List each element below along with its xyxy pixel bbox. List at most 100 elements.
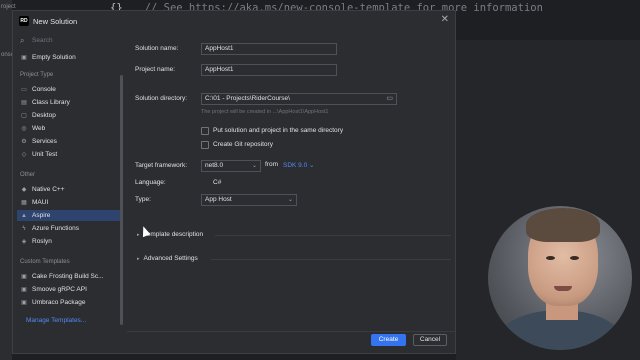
sidebar-item-class-library[interactable]: ▤ Class Library bbox=[17, 97, 123, 108]
sidebar-item-label: Roslyn bbox=[32, 238, 52, 245]
sidebar-item-label: Aspire bbox=[32, 212, 51, 219]
sidebar-item-smoove-grpc[interactable]: ▣ Smoove gRPC API bbox=[17, 284, 123, 295]
footer-divider bbox=[127, 331, 455, 332]
presenter-hair bbox=[526, 208, 600, 242]
manage-templates-link[interactable]: Manage Templates... bbox=[26, 317, 86, 324]
git-repository-label[interactable]: Create Git repository bbox=[213, 141, 273, 148]
solution-icon: ▣ bbox=[21, 55, 27, 61]
sidebar-item-label: Web bbox=[32, 125, 46, 132]
template-sidebar: ⌕ ▣Empty Solution Project Type ▭Console … bbox=[13, 33, 125, 353]
grpc-icon: ▣ bbox=[21, 287, 27, 293]
sidebar-item-native-cpp[interactable]: ◆ Native C++ bbox=[17, 184, 123, 195]
section-custom-templates: Custom Templates bbox=[20, 259, 70, 265]
section-divider bbox=[211, 259, 451, 260]
sidebar-item-console[interactable]: ▭ Console bbox=[17, 84, 123, 95]
chevron-down-icon: ⌄ bbox=[309, 162, 315, 169]
sidebar-item-unit-test[interactable]: ◇ Unit Test bbox=[17, 149, 123, 160]
sidebar-item-label: Azure Functions bbox=[32, 225, 79, 232]
chevron-right-icon: ▸ bbox=[137, 256, 140, 262]
sidebar-item-label: Console bbox=[32, 86, 56, 93]
new-solution-dialog: RD New Solution ✕ ⌕ ▣ Empty Solution Proj… bbox=[12, 10, 456, 354]
chevron-down-icon: ⌄ bbox=[287, 197, 293, 203]
presenter-eye bbox=[546, 256, 555, 260]
umbraco-icon: ▣ bbox=[21, 300, 27, 306]
sidebar-item-label: Class Library bbox=[32, 99, 70, 106]
same-directory-checkbox[interactable] bbox=[201, 127, 209, 135]
section-divider bbox=[215, 235, 451, 236]
template-search: ⌕ bbox=[18, 35, 118, 47]
solution-form: Solution name: AppHost1 Project name: Ap… bbox=[127, 33, 455, 333]
sidebar-item-web[interactable]: ◎ Web bbox=[17, 123, 123, 134]
azure-functions-icon: ϟ bbox=[22, 226, 26, 232]
dialog-titlebar: RD New Solution ✕ bbox=[13, 11, 455, 33]
search-input[interactable] bbox=[32, 35, 116, 46]
advanced-settings-label: Advanced Settings bbox=[143, 255, 198, 262]
cancel-button[interactable]: Cancel bbox=[413, 334, 447, 346]
web-icon: ◎ bbox=[21, 126, 27, 132]
webcam-overlay bbox=[488, 206, 632, 350]
desktop-icon: ▢ bbox=[21, 113, 27, 119]
aspire-icon: ▲ bbox=[21, 213, 27, 219]
project-name-input[interactable]: AppHost1 bbox=[201, 64, 337, 76]
solution-name-input[interactable]: AppHost1 bbox=[201, 43, 337, 55]
sidebar-item-empty-solution[interactable]: ▣ Empty Solution bbox=[17, 52, 123, 63]
search-icon: ⌕ bbox=[20, 36, 25, 45]
sidebar-item-maui[interactable]: ▦ MAUI bbox=[17, 197, 123, 208]
maui-icon: ▦ bbox=[21, 200, 27, 206]
services-icon: ⚙ bbox=[21, 139, 27, 145]
roslyn-icon: ◈ bbox=[21, 239, 27, 245]
project-tool-strip: roject onso bbox=[0, 0, 16, 360]
sidebar-item-label: MAUI bbox=[32, 199, 49, 206]
dialog-title: New Solution bbox=[33, 17, 78, 26]
advanced-settings-section[interactable]: ▸ Advanced Settings bbox=[137, 255, 198, 262]
sidebar-item-umbraco[interactable]: ▣ Umbraco Package bbox=[17, 297, 123, 308]
type-dropdown[interactable]: App Host ⌄ bbox=[201, 194, 297, 206]
git-repository-checkbox[interactable] bbox=[201, 141, 209, 149]
type-value: App Host bbox=[205, 196, 232, 203]
section-project-type: Project Type bbox=[20, 72, 54, 78]
sidebar-item-label: Cake Frosting Build Sc... bbox=[32, 273, 104, 280]
sidebar-item-cake-frosting[interactable]: ▣ Cake Frosting Build Sc... bbox=[17, 271, 123, 282]
sidebar-item-label: Smoove gRPC API bbox=[32, 286, 87, 293]
cake-icon: ▣ bbox=[21, 274, 27, 280]
close-icon[interactable]: ✕ bbox=[441, 14, 449, 25]
target-framework-dropdown[interactable]: net8.0 ⌄ bbox=[201, 160, 261, 172]
directory-hint: The project will be created in ...\AppHo… bbox=[201, 109, 329, 115]
type-label: Type: bbox=[135, 196, 151, 203]
solution-directory-value: C:\01 - Projects\RiderCourse\ bbox=[205, 95, 290, 102]
sidebar-item-label: Empty Solution bbox=[32, 54, 76, 61]
chevron-down-icon: ⌄ bbox=[251, 163, 257, 169]
same-directory-label[interactable]: Put solution and project in the same dir… bbox=[213, 127, 343, 134]
sidebar-item-label: Native C++ bbox=[32, 186, 65, 193]
create-button[interactable]: Create bbox=[371, 334, 406, 346]
target-framework-value: net8.0 bbox=[205, 162, 224, 169]
sdk-version-value: SDK 9.0 bbox=[283, 162, 308, 169]
from-label: from bbox=[265, 161, 278, 168]
chevron-right-icon: ▸ bbox=[137, 232, 140, 238]
section-other: Other bbox=[20, 172, 36, 178]
sidebar-item-aspire[interactable]: ▲ Aspire bbox=[17, 210, 123, 221]
unit-test-icon: ◇ bbox=[21, 152, 27, 158]
presenter-mouth bbox=[554, 286, 572, 291]
solution-directory-label: Solution directory: bbox=[135, 95, 188, 102]
sidebar-item-roslyn[interactable]: ◈ Roslyn bbox=[17, 236, 123, 247]
solution-directory-input[interactable]: C:\01 - Projects\RiderCourse\ ▭ bbox=[201, 93, 397, 105]
sidebar-item-azure-functions[interactable]: ϟ Azure Functions bbox=[17, 223, 123, 234]
rider-logo-icon: RD bbox=[19, 16, 29, 26]
sidebar-item-desktop[interactable]: ▢ Desktop bbox=[17, 110, 123, 121]
sidebar-scrollbar[interactable] bbox=[120, 75, 123, 325]
sidebar-item-label: Desktop bbox=[32, 112, 56, 119]
solution-name-label: Solution name: bbox=[135, 45, 179, 52]
console-icon: ▭ bbox=[21, 87, 27, 93]
sidebar-item-label: Umbraco Package bbox=[32, 299, 86, 306]
sdk-version-link[interactable]: SDK 9.0 ⌄ bbox=[283, 161, 314, 169]
target-framework-label: Target framework: bbox=[135, 162, 188, 169]
cpp-icon: ◆ bbox=[21, 187, 27, 193]
presenter-eye bbox=[570, 256, 579, 260]
sidebar-item-label: Unit Test bbox=[32, 151, 58, 158]
class-library-icon: ▤ bbox=[21, 100, 27, 106]
sidebar-item-services[interactable]: ⚙ Services bbox=[17, 136, 123, 147]
template-description-label: Template description bbox=[143, 231, 204, 238]
language-value: C# bbox=[213, 179, 222, 186]
folder-icon[interactable]: ▭ bbox=[386, 94, 393, 104]
